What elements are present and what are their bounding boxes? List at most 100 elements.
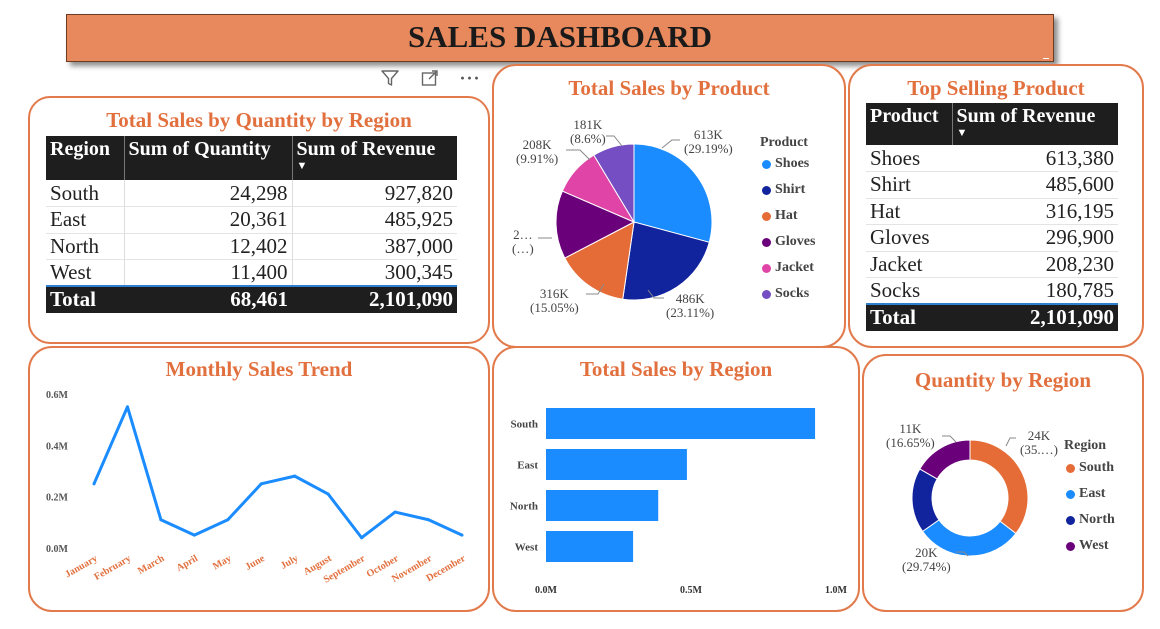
legend-item-west[interactable]: West bbox=[1066, 538, 1109, 554]
sort-desc-icon[interactable]: ▼ bbox=[297, 161, 454, 172]
monthly-trend-chart: 0.0M0.2M0.4M0.6MJanuaryFebruary March Apri… bbox=[46, 390, 468, 586]
y-tick-label: 0.2M bbox=[46, 493, 69, 504]
trend-point-october bbox=[393, 510, 397, 514]
legend-dot-icon bbox=[762, 263, 771, 273]
legend-dot-icon bbox=[762, 185, 771, 195]
region-bar-card: Total Sales by Region South East North West… bbox=[492, 346, 860, 612]
legend-dot-icon bbox=[762, 289, 771, 299]
legend-label: Hat bbox=[775, 208, 798, 223]
region-cell: East bbox=[46, 206, 125, 234]
region-bar-chart: South East North West 0.0M 0.5M 1.0M bbox=[510, 408, 848, 596]
trend-point-november bbox=[427, 518, 431, 522]
filter-icon[interactable] bbox=[378, 66, 402, 90]
table-row[interactable]: South 24,298 927,820 bbox=[46, 180, 457, 207]
header-corner-mark bbox=[1043, 58, 1049, 59]
top-product-title: Top Selling Product bbox=[907, 76, 1085, 100]
legend-dot-icon bbox=[762, 237, 771, 247]
legend-label: South bbox=[1079, 460, 1115, 475]
revenue-cell: 927,820 bbox=[292, 180, 457, 207]
column-header-region[interactable]: Region bbox=[46, 136, 125, 180]
legend-label: Socks bbox=[775, 286, 810, 301]
legend-item-jacket[interactable]: Jacket bbox=[762, 260, 814, 276]
legend-item-socks[interactable]: Socks bbox=[762, 286, 809, 302]
bar-west bbox=[546, 531, 634, 562]
trend-point-july bbox=[293, 474, 297, 478]
legend-item-shirt[interactable]: Shirt bbox=[762, 182, 805, 198]
region-cell: West bbox=[46, 259, 125, 287]
pie-label-socks: 181K (8.6%) bbox=[570, 117, 606, 146]
quantity-cell: 24,298 bbox=[124, 180, 293, 207]
legend-item-north[interactable]: North bbox=[1066, 512, 1115, 528]
table-row[interactable]: Jacket 208,230 bbox=[866, 251, 1118, 278]
donut-slice-north bbox=[911, 468, 940, 533]
product-cell: Shirt bbox=[866, 171, 952, 199]
trend-point-august bbox=[326, 492, 330, 496]
legend-dot-icon bbox=[1066, 515, 1075, 525]
column-header-revenue[interactable]: Sum of Revenue ▼ bbox=[292, 136, 457, 180]
top-product-card: Top Selling Product Product Sum of Reven… bbox=[848, 64, 1144, 348]
legend-dot-icon bbox=[1066, 463, 1075, 473]
donut-leader-line bbox=[1005, 437, 1016, 447]
x-tick-label: June bbox=[243, 553, 267, 573]
dashboard-header: SALES DASHBOARD bbox=[66, 14, 1054, 62]
total-revenue: 2,101,090 bbox=[292, 285, 457, 313]
column-header-revenue[interactable]: Sum of Revenue ▼ bbox=[952, 103, 1118, 145]
dashboard-title: SALES DASHBOARD bbox=[407, 19, 713, 54]
pie-label-hat: 316K (15.05%) bbox=[530, 286, 579, 315]
region-table-card: Total Sales by Quantity by Region Region… bbox=[28, 96, 490, 344]
trend-point-march bbox=[159, 518, 163, 522]
revenue-cell: 180,785 bbox=[952, 277, 1118, 305]
legend-item-east[interactable]: East bbox=[1066, 486, 1105, 502]
trend-point-september bbox=[360, 536, 364, 540]
category-label: West bbox=[515, 542, 539, 554]
table-row[interactable]: East 20,361 485,925 bbox=[46, 206, 457, 234]
legend-label: Gloves bbox=[775, 234, 816, 249]
table-row[interactable]: North 12,402 387,000 bbox=[46, 233, 457, 260]
category-label: North bbox=[510, 501, 538, 513]
column-header-product[interactable]: Product bbox=[866, 103, 953, 145]
legend-dot-icon bbox=[1066, 541, 1075, 551]
pie-label-gloves: 2… (…) bbox=[512, 227, 534, 256]
pie-leader-line bbox=[566, 149, 591, 161]
sort-desc-icon[interactable]: ▼ bbox=[957, 128, 1115, 139]
legend-item-gloves[interactable]: Gloves bbox=[762, 234, 815, 250]
trend-line-series bbox=[92, 405, 463, 540]
donut-label-west: 11K (16.65%) bbox=[886, 421, 935, 450]
table-row[interactable]: Shoes 613,380 bbox=[866, 145, 1118, 172]
table-row[interactable]: Hat 316,195 bbox=[866, 198, 1118, 225]
legend-label: Shirt bbox=[775, 182, 806, 197]
trend-point-february bbox=[125, 405, 129, 409]
legend-item-shoes[interactable]: Shoes bbox=[762, 156, 809, 172]
bar-east bbox=[546, 449, 687, 480]
legend-label: West bbox=[1079, 538, 1109, 553]
region-table: Region Sum of Quantity Sum of Revenue ▼ S… bbox=[46, 136, 457, 313]
y-tick-label: 0.0M bbox=[46, 544, 69, 555]
total-label: Total bbox=[866, 303, 952, 331]
x-tick-label: March bbox=[136, 553, 167, 577]
pie-leader-line bbox=[606, 135, 623, 147]
revenue-cell: 485,925 bbox=[292, 206, 457, 234]
total-revenue: 2,101,090 bbox=[952, 303, 1118, 331]
column-header-quantity[interactable]: Sum of Quantity bbox=[124, 136, 293, 180]
table-row[interactable]: Shirt 485,600 bbox=[866, 171, 1118, 199]
quantity-cell: 11,400 bbox=[124, 259, 293, 287]
total-label: Total bbox=[46, 285, 124, 313]
top-product-header: Product Sum of Revenue ▼ bbox=[866, 103, 1118, 145]
legend-label: East bbox=[1079, 486, 1106, 501]
x-tick-label: July bbox=[279, 553, 300, 572]
table-row[interactable]: West 11,400 300,345 bbox=[46, 259, 457, 287]
legend-item-hat[interactable]: Hat bbox=[762, 208, 798, 224]
legend-item-south[interactable]: South bbox=[1066, 460, 1114, 476]
trend-point-may bbox=[226, 518, 230, 522]
legend-dot-icon bbox=[762, 159, 771, 169]
product-cell: Jacket bbox=[866, 251, 952, 278]
legend-label: North bbox=[1079, 512, 1115, 527]
pie-label-shoes: 613K (29.19%) bbox=[684, 127, 733, 156]
quantity-cell: 12,402 bbox=[124, 233, 293, 260]
focus-mode-icon[interactable] bbox=[418, 66, 442, 90]
table-row[interactable]: Gloves 296,900 bbox=[866, 224, 1118, 252]
revenue-cell: 208,230 bbox=[952, 251, 1118, 278]
table-row[interactable]: Socks 180,785 bbox=[866, 277, 1118, 305]
total-quantity: 68,461 bbox=[124, 285, 292, 313]
more-options-icon[interactable]: ··· bbox=[458, 66, 482, 90]
